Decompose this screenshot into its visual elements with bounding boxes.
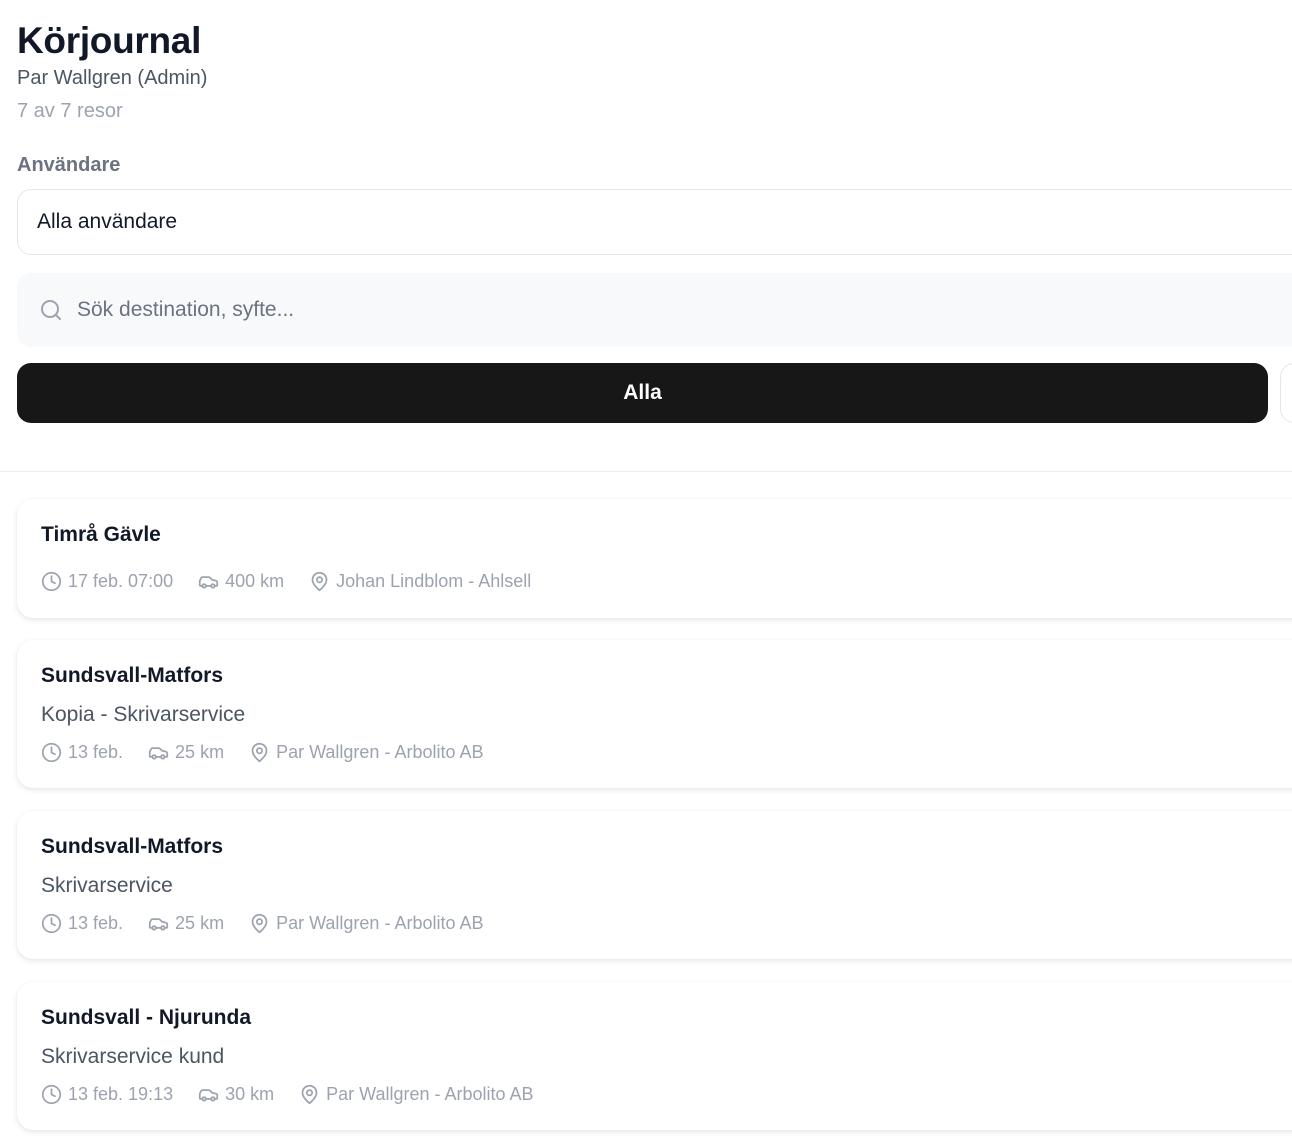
map-pin-icon bbox=[311, 571, 328, 592]
trip-title: Sundsvall-Matfors bbox=[41, 664, 224, 687]
trip-purpose: Skrivarservice kund bbox=[41, 1045, 225, 1068]
clock-icon bbox=[41, 913, 62, 934]
map-pin-icon bbox=[301, 1084, 318, 1105]
trip-title: Sundsvall - Njurunda bbox=[41, 1006, 252, 1029]
search-input[interactable] bbox=[77, 273, 1177, 347]
clock-icon bbox=[41, 571, 62, 592]
trip-distance: 30 km bbox=[198, 1084, 274, 1105]
trip-distance: 25 km bbox=[148, 742, 224, 763]
trip-meta: 13 feb. 19:13 30 km Par Wallgren - Arbol… bbox=[41, 1084, 559, 1105]
car-icon bbox=[198, 576, 219, 589]
trip-purpose: Skrivarservice bbox=[41, 874, 173, 897]
trip-date: 17 feb. 07:00 bbox=[41, 571, 173, 592]
trip-meta: 17 feb. 07:00 400 km Johan Lindblom - Ah… bbox=[41, 571, 556, 592]
trip-card[interactable]: Sundsvall - Njurunda Skrivarservice kund… bbox=[17, 982, 1292, 1130]
trip-date: 13 feb. bbox=[41, 913, 123, 934]
map-pin-icon bbox=[251, 742, 268, 763]
trip-card[interactable]: Sundsvall-Matfors Skrivarservice 13 feb.… bbox=[17, 811, 1292, 959]
trip-card[interactable]: Sundsvall-Matfors Kopia - Skrivarservice… bbox=[17, 640, 1292, 788]
trip-title: Timrå Gävle bbox=[41, 523, 161, 546]
trip-distance: 25 km bbox=[148, 913, 224, 934]
filter-tab-next[interactable] bbox=[1280, 363, 1292, 423]
clock-icon bbox=[41, 1084, 62, 1105]
current-user: Par Wallgren (Admin) bbox=[17, 67, 208, 89]
car-icon bbox=[148, 747, 169, 760]
page-title: Körjournal bbox=[17, 20, 202, 61]
trip-meta: 13 feb. 25 km Par Wallgren - Arbolito AB bbox=[41, 742, 509, 763]
trip-card[interactable]: Timrå Gävle 17 feb. 07:00 400 km Johan L… bbox=[17, 499, 1292, 618]
trip-location: Johan Lindblom - Ahlsell bbox=[309, 571, 531, 592]
trip-meta: 13 feb. 25 km Par Wallgren - Arbolito AB bbox=[41, 913, 509, 934]
search-icon bbox=[41, 300, 61, 320]
search-box[interactable] bbox=[17, 273, 1292, 347]
trip-date: 13 feb. 19:13 bbox=[41, 1084, 173, 1105]
trip-distance: 400 km bbox=[198, 571, 284, 592]
trip-location: Par Wallgren - Arbolito AB bbox=[249, 913, 484, 934]
trip-title: Sundsvall-Matfors bbox=[41, 835, 224, 858]
car-icon bbox=[148, 918, 169, 931]
trip-date: 13 feb. bbox=[41, 742, 123, 763]
page-header: Körjournal Par Wallgren (Admin) 7 av 7 r… bbox=[0, 0, 1292, 472]
trip-location: Par Wallgren - Arbolito AB bbox=[299, 1084, 534, 1105]
clock-icon bbox=[41, 742, 62, 763]
trip-count: 7 av 7 resor bbox=[17, 100, 123, 122]
user-filter-select[interactable]: Alla användare bbox=[17, 189, 1292, 255]
trip-location: Par Wallgren - Arbolito AB bbox=[249, 742, 484, 763]
user-filter-value: Alla användare bbox=[37, 210, 178, 233]
map-pin-icon bbox=[251, 913, 268, 934]
filter-tab-all[interactable]: Alla bbox=[17, 363, 1268, 423]
trip-purpose: Kopia - Skrivarservice bbox=[41, 703, 246, 726]
user-filter-label: Användare bbox=[17, 154, 121, 176]
car-icon bbox=[198, 1089, 219, 1102]
